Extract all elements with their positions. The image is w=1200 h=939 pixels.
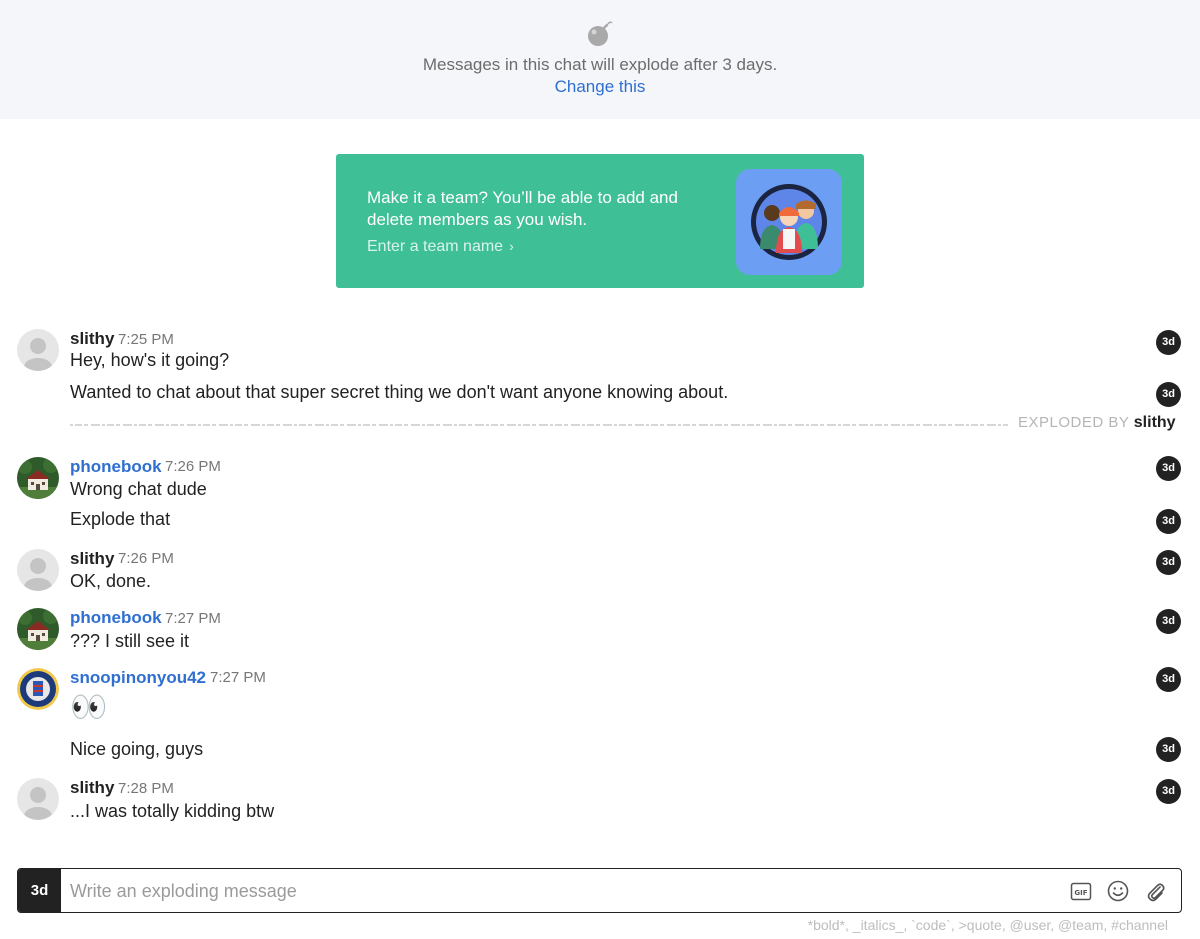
exploded-by-text: EXPLODED BY <box>1018 414 1130 431</box>
exploded-message-remnant <box>70 424 1008 426</box>
username[interactable]: phonebook <box>70 608 162 628</box>
enter-team-name-link[interactable]: Enter a team name › <box>367 238 514 256</box>
explode-timer-badge[interactable]: 3d <box>1156 509 1181 534</box>
username[interactable]: slithy <box>70 329 114 349</box>
banner-text: Messages in this chat will explode after… <box>422 55 778 74</box>
formatting-hint: *bold*, _italics_, `code`, >quote, @user… <box>807 917 1168 933</box>
house-avatar-icon <box>17 608 59 650</box>
timestamp: 7:26 PM <box>165 458 221 475</box>
exploded-by-label: EXPLODED BY slithy <box>1018 414 1176 432</box>
avatar-phonebook[interactable] <box>17 608 59 650</box>
avatar-phonebook[interactable] <box>17 457 59 499</box>
default-avatar-icon <box>24 338 52 371</box>
bomb-icon <box>588 21 613 46</box>
explode-timer-badge[interactable]: 3d <box>1156 382 1181 407</box>
enter-team-name-label: Enter a team name <box>367 238 504 255</box>
message-text: Explode that <box>70 509 171 529</box>
explode-timer-badge[interactable]: 3d <box>1156 737 1181 762</box>
team-card-text: Make it a team? You’ll be able to add an… <box>367 188 678 229</box>
default-avatar-icon <box>24 787 52 820</box>
make-team-card: Make it a team? You’ll be able to add an… <box>336 154 864 288</box>
username[interactable]: slithy <box>70 778 114 798</box>
team-illustration <box>736 169 842 275</box>
message-input[interactable] <box>70 877 1060 905</box>
house-avatar-icon <box>17 457 59 499</box>
explode-timer-selector[interactable]: 3d <box>18 869 61 912</box>
default-avatar-icon <box>24 558 52 591</box>
timestamp: 7:27 PM <box>210 669 266 686</box>
eyes-emoji-message: 👀 <box>70 691 108 724</box>
message-text: Wanted to chat about that super secret t… <box>70 382 729 402</box>
avatar-slithy[interactable] <box>17 329 59 371</box>
chevron-right-icon: › <box>509 238 514 254</box>
gif-icon[interactable]: GIF <box>1069 879 1093 903</box>
message-composer: 3d GIF <box>17 868 1182 913</box>
exploded-by-user[interactable]: slithy <box>1134 414 1176 431</box>
emoji-icon[interactable] <box>1106 879 1130 903</box>
seal-avatar-icon <box>17 668 59 710</box>
username[interactable]: snoopinonyou42 <box>70 668 206 688</box>
attachment-icon[interactable] <box>1143 879 1167 903</box>
timestamp: 7:26 PM <box>118 550 174 567</box>
message-text: ??? I still see it <box>70 631 190 651</box>
message-text: Nice going, guys <box>70 739 204 759</box>
explode-banner: Messages in this chat will explode after… <box>0 0 1200 119</box>
explode-timer-badge[interactable]: 3d <box>1156 779 1181 804</box>
message-text: Wrong chat dude <box>70 479 207 499</box>
message-text: ...I was totally kidding btw <box>70 801 275 821</box>
message-text: Hey, how's it going? <box>70 350 230 370</box>
explode-timer-badge[interactable]: 3d <box>1156 330 1181 355</box>
explode-timer-badge[interactable]: 3d <box>1156 456 1181 481</box>
username[interactable]: phonebook <box>70 457 162 477</box>
change-this-link-row: Change this <box>0 77 1200 97</box>
explode-timer-badge[interactable]: 3d <box>1156 609 1181 634</box>
timestamp: 7:27 PM <box>165 610 221 627</box>
timestamp: 7:28 PM <box>118 780 174 797</box>
avatar-slithy[interactable] <box>17 549 59 591</box>
timestamp: 7:25 PM <box>118 331 174 348</box>
explode-timer-badge[interactable]: 3d <box>1156 667 1181 692</box>
username[interactable]: slithy <box>70 549 114 569</box>
gif-label: GIF <box>1074 889 1087 897</box>
avatar-snoopinonyou42[interactable] <box>17 668 59 710</box>
team-people-icon <box>751 184 827 260</box>
explode-timer-badge[interactable]: 3d <box>1156 550 1181 575</box>
avatar-slithy[interactable] <box>17 778 59 820</box>
message-text: OK, done. <box>70 571 152 591</box>
change-this-link[interactable]: Change this <box>555 77 646 96</box>
